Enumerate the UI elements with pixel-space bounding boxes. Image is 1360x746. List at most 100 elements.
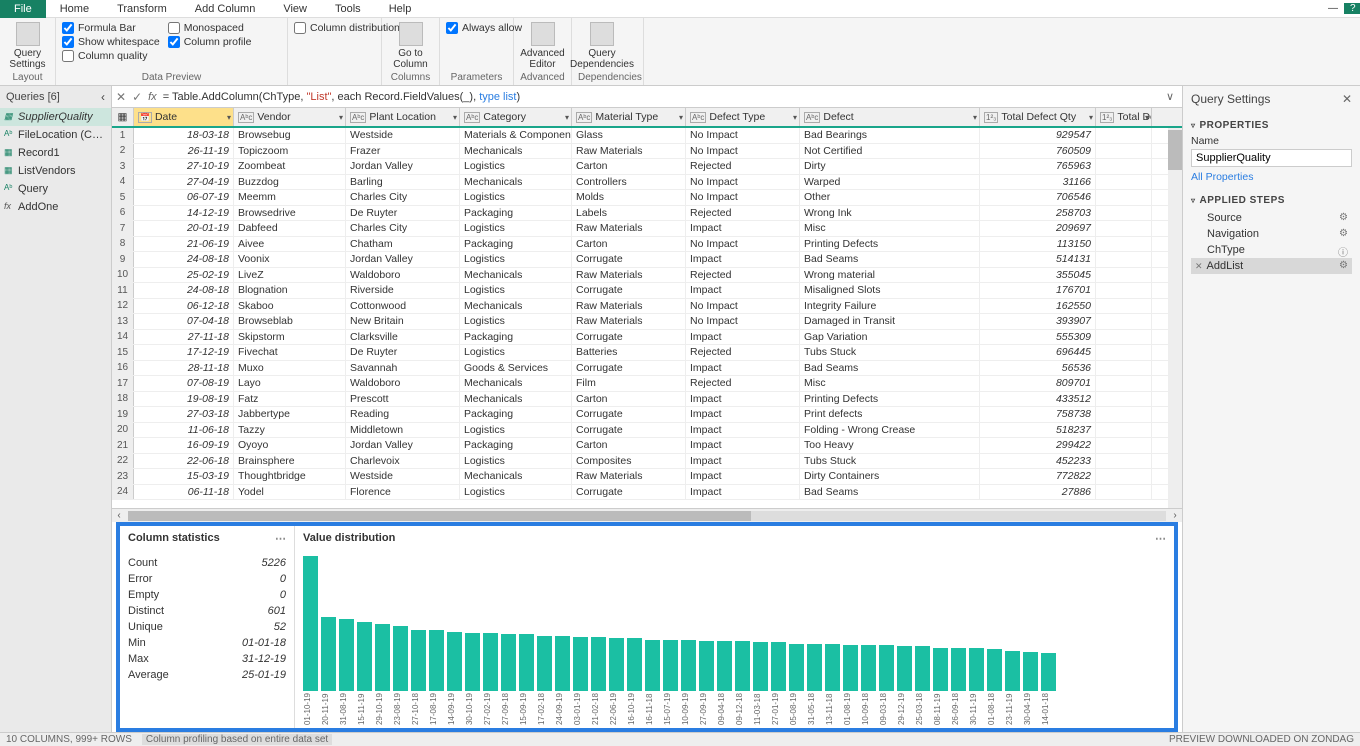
dist-bar[interactable] <box>735 641 750 691</box>
column-header[interactable]: AᵇcDefect▾ <box>800 108 980 126</box>
chk-column-profile[interactable]: Column profile <box>168 36 252 48</box>
chk-column-quality[interactable]: Column quality <box>62 50 160 62</box>
dist-bar[interactable] <box>771 642 786 691</box>
all-properties-link[interactable]: All Properties <box>1191 171 1253 183</box>
dist-bar[interactable] <box>357 622 372 691</box>
table-row[interactable]: 2406-11-18YodelFlorenceLogisticsCorrugat… <box>112 485 1182 501</box>
table-row[interactable]: 2011-06-18TazzyMiddletownLogisticsCorrug… <box>112 423 1182 439</box>
menu-tab-view[interactable]: View <box>269 1 321 17</box>
menu-tab-transform[interactable]: Transform <box>103 1 181 17</box>
dist-bar[interactable] <box>861 645 876 691</box>
chk-show-whitespace[interactable]: Show whitespace <box>62 36 160 48</box>
menu-tab-tools[interactable]: Tools <box>321 1 375 17</box>
table-row[interactable]: 2222-06-18BrainsphereCharlevoixLogistics… <box>112 454 1182 470</box>
dist-bar[interactable] <box>807 644 822 691</box>
dist-bar[interactable] <box>465 633 480 691</box>
dist-bar[interactable] <box>969 648 984 691</box>
chk-always-allow[interactable]: Always allow <box>446 22 522 34</box>
column-header[interactable]: AᵇcMaterial Type▾ <box>572 108 686 126</box>
table-row[interactable]: 614-12-19BrowsedriveDe RuyterPackagingLa… <box>112 206 1182 222</box>
menu-file[interactable]: File <box>0 0 46 18</box>
dist-bar[interactable] <box>537 636 552 691</box>
chk-formula-bar[interactable]: Formula Bar <box>62 22 160 34</box>
dist-bar[interactable] <box>843 645 858 691</box>
table-row[interactable]: 226-11-19TopiczoomFrazerMechanicalsRaw M… <box>112 144 1182 160</box>
query-name-input[interactable] <box>1191 149 1352 167</box>
dist-menu-icon[interactable]: ⋯ <box>1155 532 1166 545</box>
dist-bar[interactable] <box>321 617 336 691</box>
query-item[interactable]: Record1 <box>0 144 111 162</box>
dist-bar[interactable] <box>555 636 570 691</box>
applied-step[interactable]: ChTypeⓘ <box>1191 242 1352 258</box>
dist-bar[interactable] <box>645 640 660 691</box>
dist-bar[interactable] <box>591 637 606 691</box>
dist-bar[interactable] <box>339 619 354 691</box>
dist-bar[interactable] <box>951 648 966 691</box>
table-row[interactable]: 506-07-19MeemmCharles CityLogisticsMolds… <box>112 190 1182 206</box>
dist-bar[interactable] <box>897 646 912 691</box>
dist-bar[interactable] <box>1023 652 1038 691</box>
menu-tab-add-column[interactable]: Add Column <box>181 1 270 17</box>
dist-bar[interactable] <box>393 626 408 691</box>
applied-step[interactable]: Source⚙ <box>1191 210 1352 226</box>
table-row[interactable]: 427-04-19BuzzdogBarlingMechanicalsContro… <box>112 175 1182 191</box>
dist-bar[interactable] <box>753 642 768 691</box>
info-icon[interactable]: ⓘ <box>1338 244 1348 259</box>
table-row[interactable]: 1124-08-18BlognationRiversideLogisticsCo… <box>112 283 1182 299</box>
query-item[interactable]: Query <box>0 180 111 198</box>
goto-column-button[interactable]: Go to Column <box>388 22 433 70</box>
applied-step[interactable]: Navigation⚙ <box>1191 226 1352 242</box>
stats-menu-icon[interactable]: ⋯ <box>275 532 286 545</box>
dist-bar[interactable] <box>429 630 444 691</box>
menu-tab-help[interactable]: Help <box>375 1 426 17</box>
gear-icon[interactable]: ⚙ <box>1339 212 1348 223</box>
formula-input[interactable]: = Table.AddColumn(ChType, "List", each R… <box>163 90 1156 103</box>
dist-bar[interactable] <box>483 633 498 691</box>
dist-bar[interactable] <box>1005 651 1020 692</box>
column-header[interactable]: 1²₃Total Defect Qty▾ <box>980 108 1096 126</box>
column-header[interactable]: AᵇcVendor▾ <box>234 108 346 126</box>
dist-bar[interactable] <box>519 634 534 691</box>
gear-icon[interactable]: ⚙ <box>1339 260 1348 271</box>
table-row[interactable]: 1628-11-18MuxoSavannahGoods & ServicesCo… <box>112 361 1182 377</box>
dist-bar[interactable] <box>303 556 318 691</box>
table-row[interactable]: 118-03-18BrowsebugWestsideMaterials & Co… <box>112 128 1182 144</box>
close-settings-icon[interactable]: ✕ <box>1342 92 1352 106</box>
table-row[interactable]: 1819-08-19FatzPrescottMechanicalsCartonI… <box>112 392 1182 408</box>
table-row[interactable]: 821-06-19AiveeChathamPackagingCartonNo I… <box>112 237 1182 253</box>
query-item[interactable]: SupplierQuality <box>0 108 111 126</box>
query-item[interactable]: AddOne <box>0 198 111 216</box>
dist-bar[interactable] <box>573 637 588 691</box>
cancel-formula-icon[interactable]: ✕ <box>116 90 126 104</box>
column-header[interactable]: AᵇcCategory▾ <box>460 108 572 126</box>
table-row[interactable]: 327-10-19ZoombeatJordan ValleyLogisticsC… <box>112 159 1182 175</box>
dist-bar[interactable] <box>411 630 426 691</box>
column-header[interactable]: AᵇcDefect Type▾ <box>686 108 800 126</box>
table-row[interactable]: 1427-11-18SkipstormClarksvillePackagingC… <box>112 330 1182 346</box>
dist-bar[interactable] <box>627 638 642 691</box>
window-help[interactable]: ? <box>1344 3 1360 14</box>
table-row[interactable]: 720-01-19DabfeedCharles CityLogisticsRaw… <box>112 221 1182 237</box>
column-header[interactable]: 📅Date▾ <box>134 108 234 126</box>
window-minimize[interactable]: — <box>1322 3 1344 14</box>
dist-bar[interactable] <box>375 624 390 692</box>
dist-bar[interactable] <box>933 648 948 691</box>
gear-icon[interactable]: ⚙ <box>1339 228 1348 239</box>
query-item[interactable]: FileLocation (C:\Users... <box>0 126 111 144</box>
applied-step[interactable]: AddList⚙ <box>1191 258 1352 274</box>
table-row[interactable]: 1206-12-18SkabooCottonwoodMechanicalsRaw… <box>112 299 1182 315</box>
query-dependencies-button[interactable]: Query Dependencies <box>578 22 626 70</box>
select-all-cell[interactable]: ▦ <box>112 108 134 126</box>
dist-bar[interactable] <box>1041 653 1056 691</box>
dist-bar[interactable] <box>915 646 930 691</box>
table-row[interactable]: 1025-02-19LiveZWaldoboroMechanicalsRaw M… <box>112 268 1182 284</box>
scroll-right-icon[interactable]: › <box>1168 510 1182 521</box>
dist-bar[interactable] <box>987 649 1002 691</box>
menu-tab-home[interactable]: Home <box>46 1 103 17</box>
chk-monospaced[interactable]: Monospaced <box>168 22 252 34</box>
table-row[interactable]: 1707-08-19LayoWaldoboroMechanicalsFilmRe… <box>112 376 1182 392</box>
collapse-queries-icon[interactable]: ‹ <box>101 90 105 104</box>
dist-bar[interactable] <box>825 644 840 691</box>
dist-bar[interactable] <box>717 641 732 691</box>
vertical-scrollbar[interactable] <box>1168 128 1182 508</box>
